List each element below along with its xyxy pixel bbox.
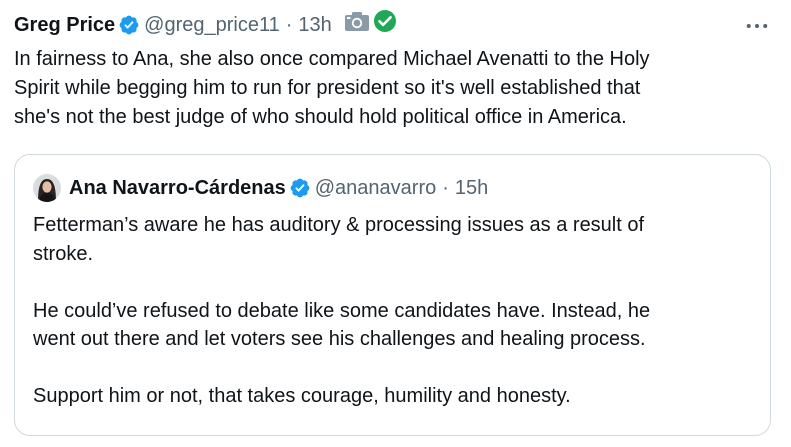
avatar[interactable] xyxy=(33,174,61,202)
tweet-text: In fairness to Ana, she also once compar… xyxy=(14,48,650,128)
author-name[interactable]: Greg Price xyxy=(14,11,115,39)
tweet-timestamp[interactable]: 13h xyxy=(298,11,331,39)
quoted-tweet-header: Ana Navarro-Cárdenas @ananavarro · 15h xyxy=(33,174,488,202)
tweet-header: Greg Price @greg_price11 · 13h xyxy=(14,9,397,41)
camera-icon xyxy=(344,10,370,40)
author-handle[interactable]: @greg_price11 xyxy=(144,11,280,39)
verified-badge-icon xyxy=(289,177,311,199)
quoted-tweet-card[interactable]: Ana Navarro-Cárdenas @ananavarro · 15h F… xyxy=(14,154,771,436)
quoted-author-name[interactable]: Ana Navarro-Cárdenas xyxy=(69,174,286,202)
tweet: Greg Price @greg_price11 · 13h In fairne… xyxy=(0,0,791,447)
status-icons xyxy=(344,9,397,41)
verified-badge-icon xyxy=(118,14,140,36)
quoted-author-handle[interactable]: @ananavarro xyxy=(315,174,436,202)
quoted-tweet-timestamp[interactable]: 15h xyxy=(455,174,488,202)
green-check-icon xyxy=(373,9,397,41)
quoted-tweet-text: Fetterman’s aware he has auditory & proc… xyxy=(33,214,651,407)
separator-dot: · xyxy=(442,177,449,199)
more-options-button[interactable] xyxy=(745,16,769,36)
more-options-icon xyxy=(746,23,768,29)
separator-dot: · xyxy=(285,14,293,36)
